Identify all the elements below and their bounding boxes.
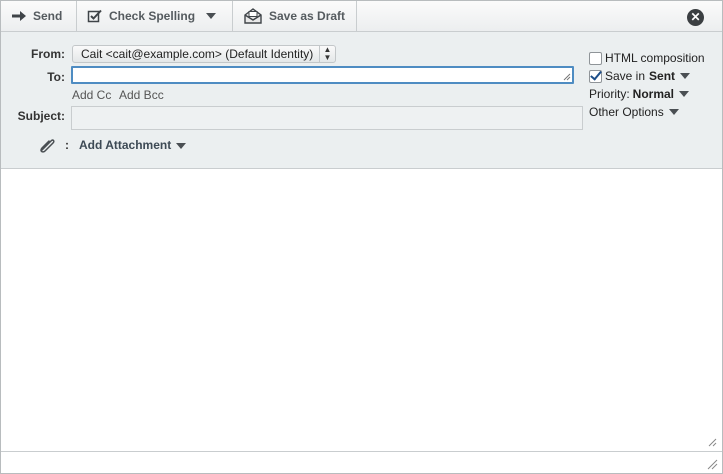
- send-label: Send: [33, 9, 63, 23]
- toolbar: Send Check Spelling Save as Draft ✕: [1, 1, 722, 32]
- check-spelling-label: Check Spelling: [109, 9, 196, 23]
- paperclip-icon: [40, 139, 55, 153]
- status-bar: [1, 451, 722, 473]
- resize-grip-icon[interactable]: [563, 73, 571, 81]
- from-identity-select[interactable]: Cait <cait@example.com> (Default Identit…: [72, 45, 336, 63]
- add-attachment-label: Add Attachment: [79, 138, 172, 152]
- add-cc-link[interactable]: Add Cc: [72, 88, 111, 102]
- save-folder-value[interactable]: Sent: [649, 69, 675, 83]
- attachment-row: : Add Attachment: [37, 136, 187, 154]
- save-folder-caret-icon[interactable]: [680, 73, 691, 79]
- subject-field[interactable]: [71, 106, 583, 130]
- resize-grip-icon[interactable]: [708, 438, 717, 447]
- send-button[interactable]: Send: [1, 1, 77, 31]
- save-in-checkbox[interactable]: [589, 69, 602, 83]
- other-options-menu[interactable]: Other Options: [589, 105, 679, 119]
- check-spelling-button[interactable]: Check Spelling: [77, 1, 233, 31]
- other-options-caret-icon[interactable]: [668, 109, 679, 115]
- priority-caret-icon[interactable]: [679, 91, 690, 97]
- html-composition-option[interactable]: HTML composition: [589, 51, 705, 65]
- save-as-draft-label: Save as Draft: [269, 9, 346, 23]
- arrow-right-icon: [12, 11, 26, 21]
- priority-option[interactable]: Priority: Normal: [589, 87, 690, 101]
- save-in-sent-option[interactable]: Save in Sent: [589, 69, 691, 83]
- message-body-editor[interactable]: [1, 169, 722, 451]
- spelling-dropdown-caret-icon[interactable]: [206, 13, 217, 19]
- envelope-open-icon: [244, 8, 262, 24]
- html-composition-checkbox[interactable]: [589, 51, 602, 65]
- priority-value[interactable]: Normal: [633, 87, 674, 101]
- from-identity-value: Cait <cait@example.com> (Default Identit…: [81, 47, 314, 61]
- subject-label: Subject:: [17, 109, 65, 123]
- priority-label: Priority:: [589, 87, 630, 101]
- close-icon[interactable]: ✕: [687, 9, 704, 26]
- to-label: To:: [47, 70, 65, 84]
- compose-header: From: Cait <cait@example.com> (Default I…: [1, 32, 722, 169]
- checkbox-check-icon: [87, 9, 102, 23]
- other-options-label: Other Options: [589, 105, 664, 119]
- to-field[interactable]: [71, 66, 574, 84]
- save-as-draft-button[interactable]: Save as Draft: [233, 1, 357, 31]
- compose-window: Send Check Spelling Save as Draft ✕ From…: [0, 0, 723, 474]
- attachment-dropdown-caret-icon: [176, 142, 187, 149]
- window-resize-grip-icon[interactable]: [707, 459, 718, 470]
- add-attachment-button[interactable]: Add Attachment: [79, 138, 187, 152]
- html-composition-label: HTML composition: [605, 51, 705, 65]
- select-arrows-icon: ▲ ▼: [319, 46, 335, 62]
- from-label: From:: [31, 47, 65, 61]
- add-bcc-link[interactable]: Add Bcc: [119, 88, 164, 102]
- save-in-label: Save in: [605, 69, 646, 83]
- attachment-colon: :: [65, 138, 69, 152]
